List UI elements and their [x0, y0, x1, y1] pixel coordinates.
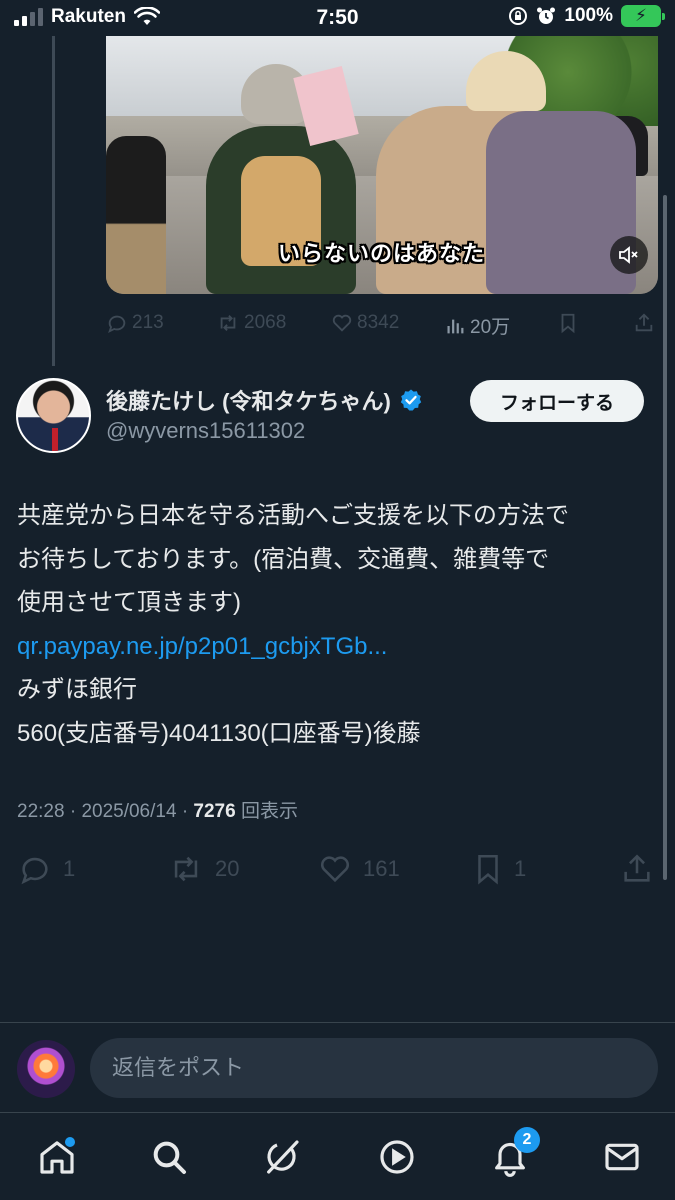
status-bar: Rakuten 7:50 100% ⚡ — [0, 0, 675, 36]
follow-button[interactable]: フォローする — [470, 380, 644, 422]
battery-percent: 100% — [564, 5, 613, 26]
nav-home[interactable] — [35, 1135, 79, 1179]
share-button[interactable] — [619, 852, 655, 886]
quoted-like-stat[interactable]: 8342 — [331, 312, 399, 334]
share-icon — [635, 313, 653, 332]
tweet-text: 共産党から日本を守る活動へご支援を以下の方法で お待ちしております。(宿泊費、交… — [17, 494, 657, 755]
divider — [0, 1022, 675, 1023]
user-avatar[interactable] — [17, 1040, 75, 1098]
author-name[interactable]: 後藤たけし (令和タケちゃん) — [106, 384, 423, 416]
nav-video[interactable] — [375, 1135, 419, 1179]
nav-notifications[interactable]: 2 — [488, 1127, 540, 1179]
notification-badge: 2 — [514, 1127, 540, 1153]
search-icon — [153, 1141, 186, 1174]
quoted-reply-stat[interactable]: 213 — [106, 312, 164, 334]
share-icon — [624, 854, 650, 882]
bank-name: みずほ銀行 — [17, 676, 137, 703]
author-handle[interactable]: @wyverns15611302 — [106, 418, 305, 444]
tweet-time[interactable]: 22:28 — [17, 801, 65, 822]
paypay-link[interactable]: qr.paypay.ne.jp/p2p01_gcbjxTGb... — [17, 625, 657, 669]
quoted-share-stat[interactable] — [633, 312, 655, 334]
bookmark-button[interactable]: 1 — [472, 852, 526, 886]
video-caption: いらないのはあなた — [278, 241, 486, 266]
reply-icon — [21, 857, 48, 885]
orientation-lock-icon — [509, 7, 528, 25]
nav-messages[interactable] — [600, 1135, 644, 1179]
bookmark-icon — [561, 313, 575, 334]
heart-icon — [332, 314, 352, 332]
view-count: 7276 — [193, 801, 236, 822]
heart-icon — [320, 856, 350, 883]
nav-grok[interactable] — [260, 1135, 304, 1179]
quoted-video[interactable]: いらないのはあなた — [106, 36, 658, 294]
thread-connector — [52, 36, 55, 366]
alarm-icon — [537, 7, 556, 24]
tweet-meta: 22:28 · 2025/06/14 · 7276 回表示 — [17, 801, 298, 822]
reply-icon — [108, 315, 126, 334]
view-label: 回表示 — [240, 801, 298, 822]
tweet-line: 使用させて頂きます) — [17, 589, 241, 616]
mute-button[interactable] — [610, 236, 648, 274]
scrollbar[interactable] — [663, 195, 667, 880]
quoted-stats: 213 2068 8342 20万 — [106, 308, 658, 340]
quoted-bookmark-stat[interactable] — [558, 312, 578, 334]
mail-icon — [605, 1143, 639, 1171]
grok-icon — [267, 1140, 299, 1174]
tweet-date[interactable]: 2025/06/14 — [81, 801, 176, 822]
quoted-views-stat[interactable]: 20万 — [444, 312, 510, 339]
bottom-nav: 2 — [0, 1113, 675, 1200]
status-right: 100% ⚡ — [508, 5, 665, 27]
reply-button[interactable]: 1 — [17, 852, 75, 886]
retweet-icon — [220, 315, 236, 331]
unread-dot — [65, 1137, 75, 1147]
verified-badge-icon — [400, 389, 421, 411]
author-avatar[interactable] — [16, 378, 91, 453]
reply-input[interactable] — [90, 1038, 658, 1098]
views-chart-icon — [447, 319, 464, 333]
retweet-icon — [174, 856, 198, 882]
bookmark-icon — [478, 854, 498, 885]
speaker-muted-icon — [619, 246, 638, 264]
quoted-retweet-stat[interactable]: 2068 — [216, 312, 286, 334]
play-circle-icon — [380, 1140, 414, 1174]
battery-icon: ⚡ — [621, 5, 665, 27]
tweet-line: 共産党から日本を守る活動へご支援を以下の方法で — [17, 502, 569, 529]
bank-account: 560(支店番号)4041130(口座番号)後藤 — [17, 719, 421, 747]
tweet-line: お待ちしております。(宿泊費、交通費、雑費等で — [17, 545, 550, 573]
retweet-button[interactable]: 20 — [167, 852, 239, 886]
like-button[interactable]: 161 — [317, 852, 400, 886]
nav-search[interactable] — [147, 1135, 191, 1179]
tweet-actions: 1 20 161 1 — [17, 848, 657, 892]
